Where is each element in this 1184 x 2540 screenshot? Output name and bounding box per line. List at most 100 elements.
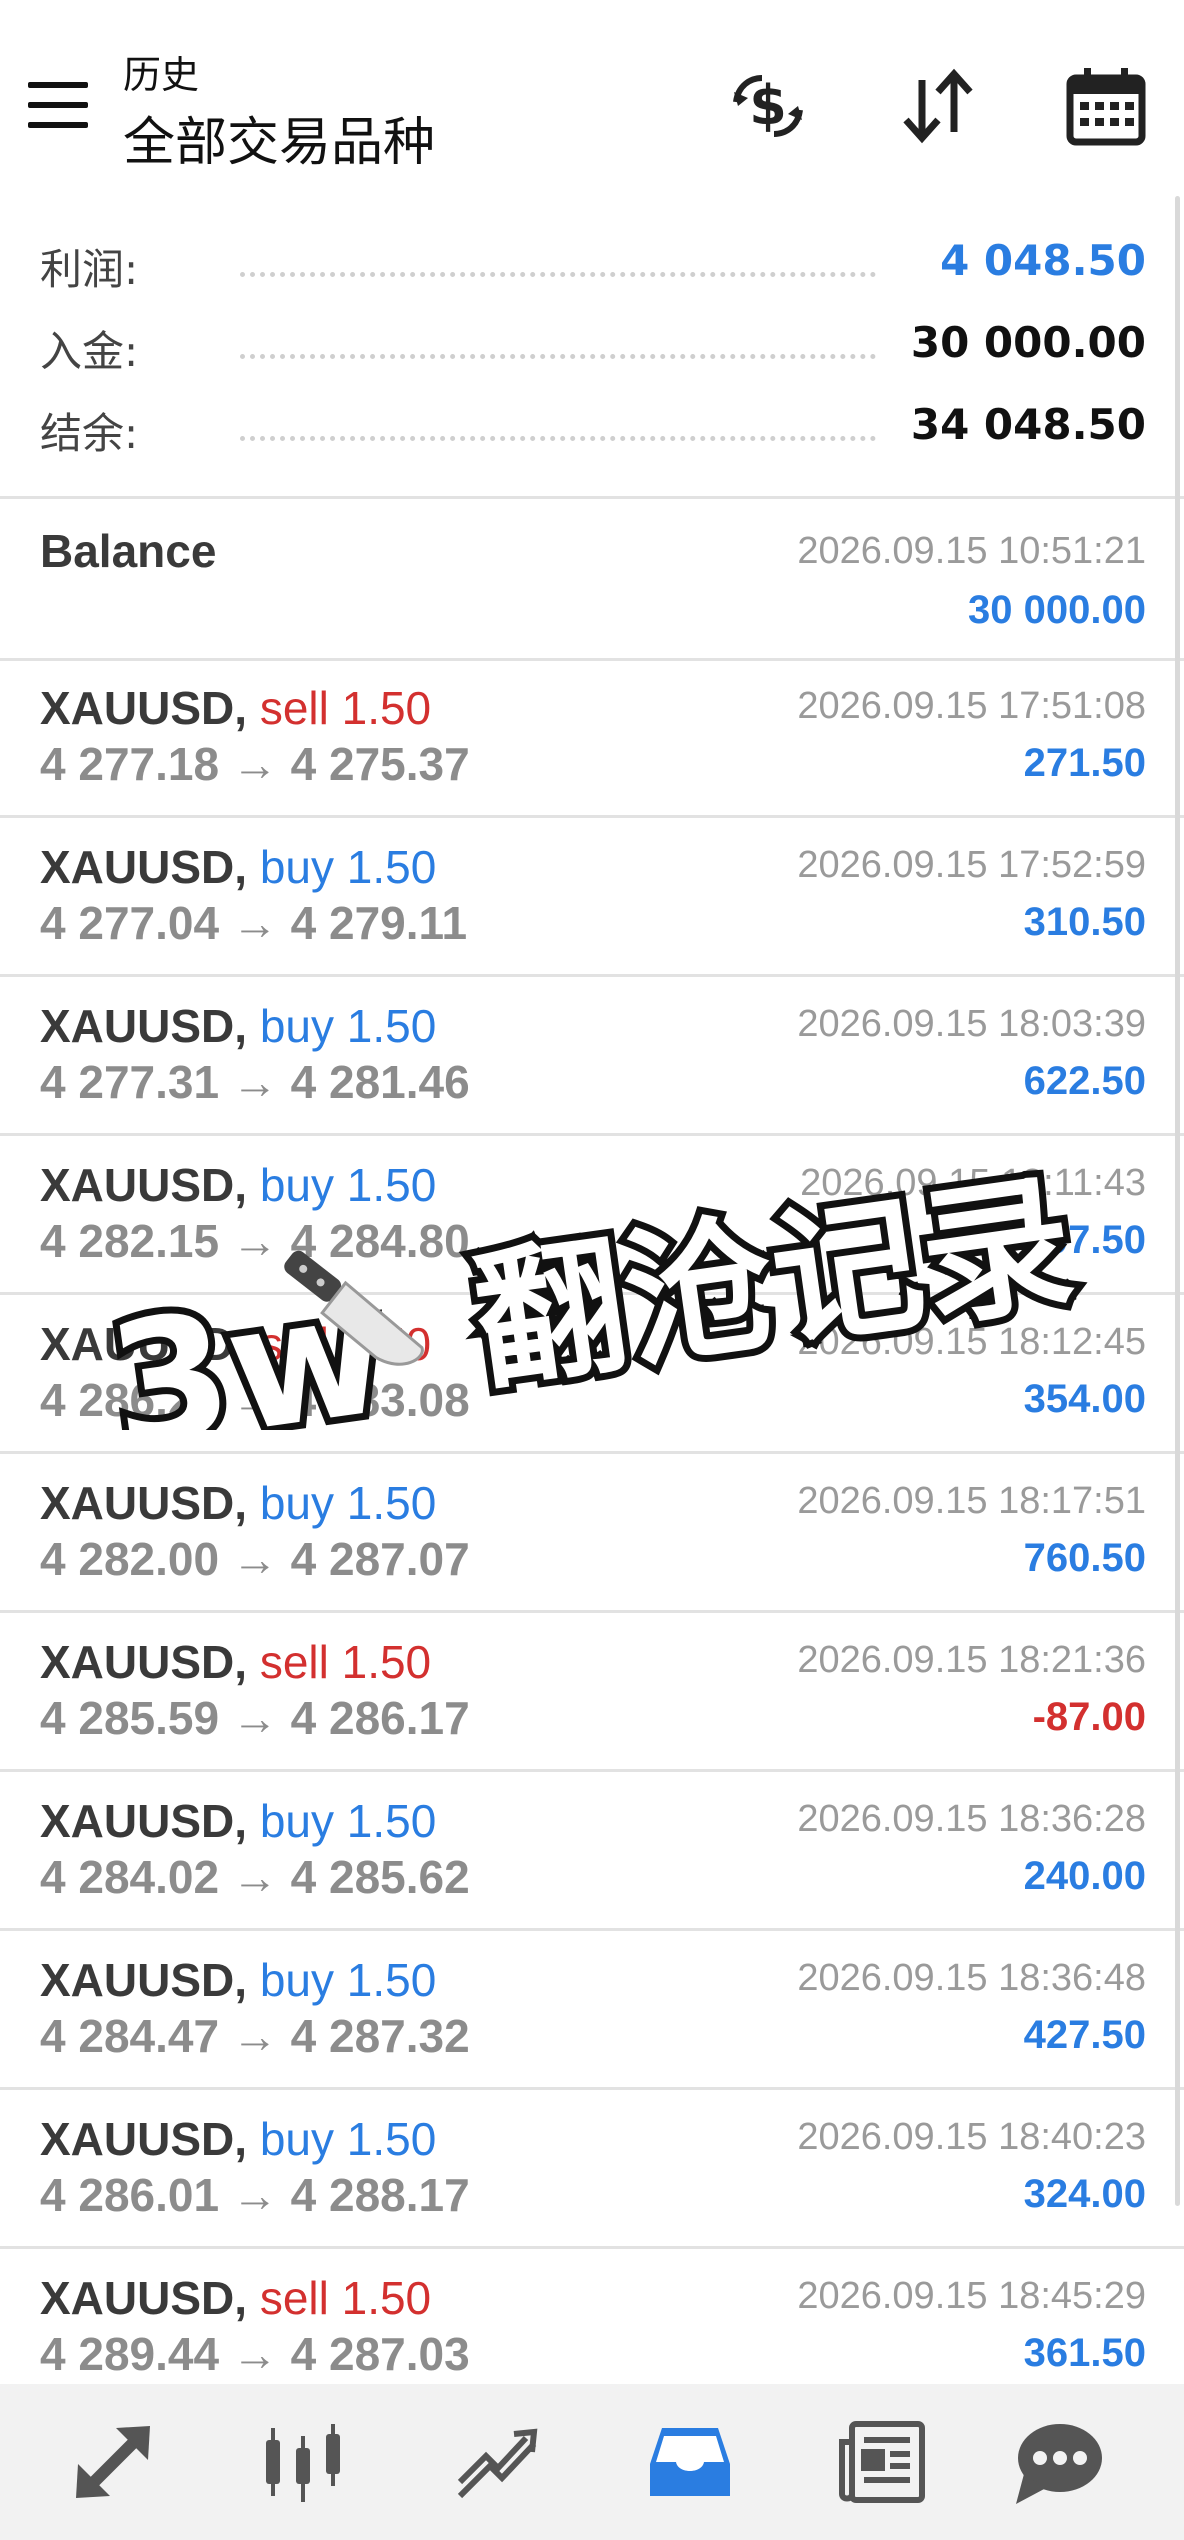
- trade-type: buy 1.50: [259, 1159, 437, 1211]
- trade-time: 2026.09.15 18:21:36: [797, 1639, 1146, 1681]
- trade-row[interactable]: XAUUSD, buy 1.50 4 277.31 → 4 281.46 2026.…: [0, 977, 1184, 1136]
- trade-row[interactable]: XAUUSD, sell 1.50 4 286.24 → 4 283.08 2026…: [0, 1295, 1184, 1454]
- trade-row[interactable]: XAUUSD, sell 1.50 4 289.44 → 4 287.03 2026…: [0, 2249, 1184, 2384]
- profit-value: 4 048.50: [940, 236, 1146, 285]
- trade-profit: 622.50: [1023, 1059, 1146, 1103]
- profit-row: 利润: 4 048.50: [40, 236, 1146, 296]
- trade-profit: 361.50: [1023, 2331, 1146, 2375]
- dotted-leader: [240, 354, 876, 359]
- trade-title: XAUUSD, buy 1.50: [40, 1794, 436, 1848]
- deposit-label: 入金:: [40, 327, 139, 376]
- svg-text:$: $: [749, 74, 787, 137]
- trade-prices: 4 282.15 → 4 284.80: [40, 1215, 470, 1267]
- trade-row[interactable]: XAUUSD, buy 1.50 4 277.04 → 4 279.11 2026.…: [0, 818, 1184, 977]
- deposit-value: 30 000.00: [910, 318, 1146, 367]
- summary-panel: 利润: 4 048.50 入金: 30 000.00 结余: 34 048.50: [0, 190, 1184, 496]
- trade-prices: 4 284.47 → 4 287.32: [40, 2010, 470, 2062]
- trade-row[interactable]: XAUUSD, buy 1.50 4 284.47 → 4 287.32 2026.…: [0, 1931, 1184, 2090]
- trade-symbol: XAUUSD,: [40, 1159, 248, 1211]
- trade-title: XAUUSD, buy 1.50: [40, 2112, 436, 2166]
- trade-row[interactable]: XAUUSD, buy 1.50 4 284.02 → 4 285.62 2026.…: [0, 1772, 1184, 1931]
- trade-title: XAUUSD, sell 1.50: [40, 681, 431, 735]
- dotted-leader: [240, 436, 876, 441]
- trade-icon[interactable]: [450, 2414, 546, 2510]
- trade-profit: 324.00: [1023, 2172, 1146, 2216]
- trade-type: buy 1.50: [259, 1000, 437, 1052]
- quotes-icon[interactable]: [66, 2414, 162, 2510]
- trade-profit: 427.50: [1023, 2013, 1146, 2057]
- trade-symbol: XAUUSD,: [40, 1318, 248, 1370]
- currency-exchange-icon[interactable]: $: [728, 66, 808, 146]
- trade-time: 2026.09.15 18:12:45: [797, 1321, 1146, 1363]
- trade-profit: 310.50: [1023, 900, 1146, 944]
- trade-title: XAUUSD, sell 1.50: [40, 1317, 431, 1371]
- trade-title: XAUUSD, buy 1.50: [40, 1476, 436, 1530]
- trade-title: XAUUSD, buy 1.50: [40, 1953, 436, 2007]
- trade-profit: 397.50: [1023, 1218, 1146, 1262]
- trade-symbol: XAUUSD,: [40, 1000, 248, 1052]
- dotted-leader: [240, 272, 876, 277]
- balance-row: 结余: 34 048.50: [40, 400, 1146, 460]
- menu-icon[interactable]: [28, 82, 88, 130]
- trade-symbol: XAUUSD,: [40, 682, 248, 734]
- trade-row[interactable]: XAUUSD, buy 1.50 4 282.15 → 4 284.80 2026.…: [0, 1136, 1184, 1295]
- trade-symbol: XAUUSD,: [40, 841, 248, 893]
- balance-value: 34 048.50: [910, 400, 1146, 449]
- trade-type: buy 1.50: [259, 1954, 437, 2006]
- scrollbar[interactable]: [1175, 196, 1180, 2206]
- trade-type: buy 1.50: [259, 841, 437, 893]
- trade-title: XAUUSD, buy 1.50: [40, 1158, 436, 1212]
- trade-profit: -87.00: [1032, 1695, 1146, 1739]
- trade-time: 2026.09.15 18:36:28: [797, 1798, 1146, 1840]
- trade-prices: 4 289.44 → 4 287.03: [40, 2328, 470, 2380]
- trade-row[interactable]: XAUUSD, buy 1.50 4 286.01 → 4 288.17 2026.…: [0, 2090, 1184, 2249]
- trade-time: 2026.09.15 17:51:08: [797, 685, 1146, 727]
- balance-label: 结余:: [40, 409, 139, 458]
- calendar-icon[interactable]: [1066, 66, 1146, 146]
- trade-time: 2026.09.15 18:40:23: [797, 2116, 1146, 2158]
- page-title[interactable]: 全部交易品种: [123, 100, 435, 175]
- trade-prices: 4 284.02 → 4 285.62: [40, 1851, 470, 1903]
- history-icon[interactable]: [642, 2414, 738, 2510]
- trade-time: 2026.09.15 18:45:29: [797, 2275, 1146, 2317]
- trade-prices: 4 277.04 → 4 279.11: [40, 897, 468, 949]
- trade-symbol: XAUUSD,: [40, 2113, 248, 2165]
- trade-prices: 4 282.00 → 4 287.07: [40, 1533, 470, 1585]
- trade-time: 2026.09.15 17:52:59: [797, 844, 1146, 886]
- trade-type: buy 1.50: [259, 2113, 437, 2165]
- trade-type: sell 1.50: [259, 682, 432, 734]
- trade-symbol: XAUUSD,: [40, 1954, 248, 2006]
- trade-symbol: XAUUSD,: [40, 1636, 248, 1688]
- trade-type: sell 1.50: [259, 1318, 432, 1370]
- trade-time: 2026.09.15 18:36:48: [797, 1957, 1146, 1999]
- trade-prices: 4 286.24 → 4 283.08: [40, 1374, 470, 1426]
- news-icon[interactable]: [834, 2414, 930, 2510]
- trade-title: XAUUSD, sell 1.50: [40, 1635, 431, 1689]
- trade-time: 2026.09.15 18:03:39: [797, 1003, 1146, 1045]
- balance-entry[interactable]: Balance 2026.09.15 10:51:21 30 000.00: [0, 498, 1184, 661]
- trade-row[interactable]: XAUUSD, sell 1.50 4 277.18 → 4 275.37 2026…: [0, 659, 1184, 818]
- trade-symbol: XAUUSD,: [40, 1795, 248, 1847]
- trade-profit: 760.50: [1023, 1536, 1146, 1580]
- trade-title: XAUUSD, buy 1.50: [40, 999, 436, 1053]
- trade-row[interactable]: XAUUSD, sell 1.50 4 285.59 → 4 286.17 2026…: [0, 1613, 1184, 1772]
- messages-icon[interactable]: [1010, 2414, 1106, 2510]
- profit-label: 利润:: [40, 245, 139, 294]
- app-header: 历史 全部交易品种 $: [0, 0, 1184, 190]
- chart-icon[interactable]: [256, 2414, 352, 2510]
- trade-row[interactable]: XAUUSD, buy 1.50 4 282.00 → 4 287.07 2026.…: [0, 1454, 1184, 1613]
- bottom-navigation: [0, 2384, 1184, 2540]
- sort-icon[interactable]: [898, 66, 978, 146]
- trade-type: buy 1.50: [259, 1795, 437, 1847]
- trade-prices: 4 277.31 → 4 281.46: [40, 1056, 470, 1108]
- trade-type: sell 1.50: [259, 1636, 432, 1688]
- balance-entry-time: 2026.09.15 10:51:21: [797, 530, 1146, 572]
- trade-title: XAUUSD, buy 1.50: [40, 840, 436, 894]
- trade-time: 2026.09.15 18:17:51: [797, 1480, 1146, 1522]
- balance-entry-label: Balance: [40, 525, 217, 577]
- trade-title: XAUUSD, sell 1.50: [40, 2271, 431, 2325]
- trade-prices: 4 285.59 → 4 286.17: [40, 1692, 470, 1744]
- history-list[interactable]: Balance 2026.09.15 10:51:21 30 000.00 XA…: [0, 498, 1184, 2384]
- header-subtitle: 历史: [123, 53, 200, 97]
- trade-type: buy 1.50: [259, 1477, 437, 1529]
